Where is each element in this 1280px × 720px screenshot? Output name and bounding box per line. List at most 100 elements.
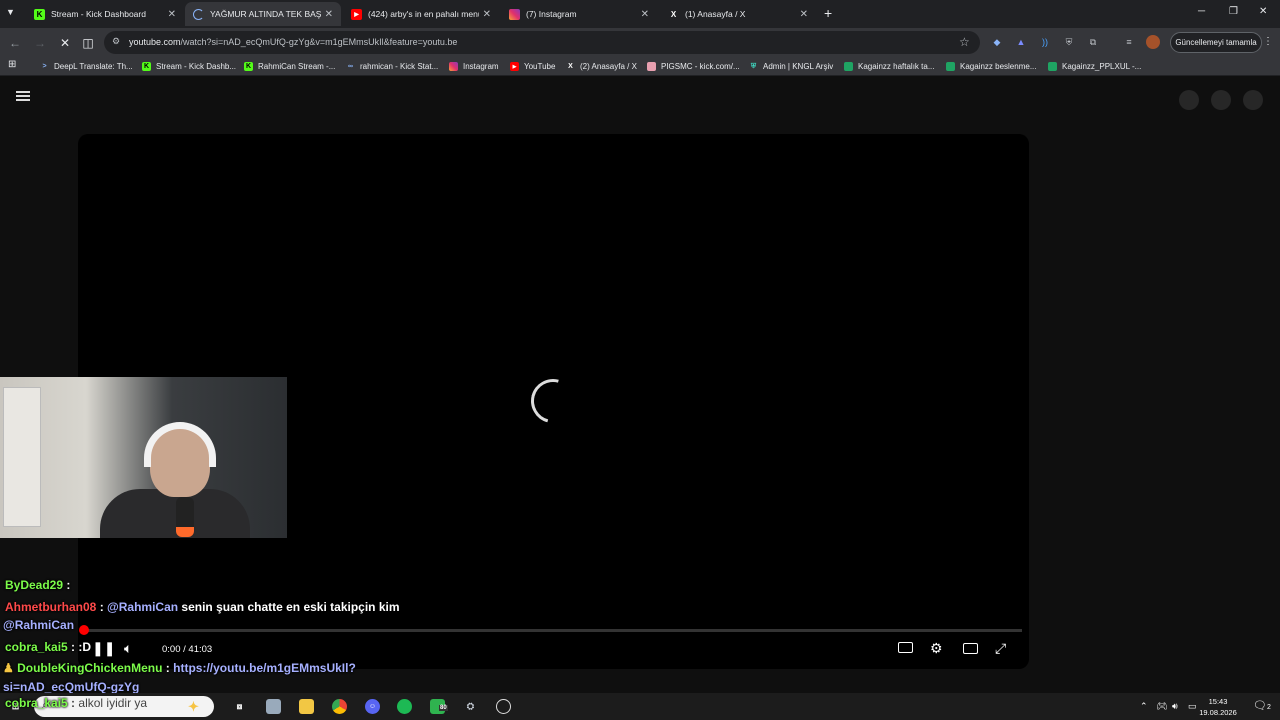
instagram-icon [449, 62, 458, 71]
minimize-button[interactable]: ─ [1198, 6, 1205, 17]
bookmark-kngl-admin[interactable]: ⛨ Admin | KNGL Arşiv [749, 60, 833, 73]
tray-volume-icon[interactable]: 🔊︎ [1172, 701, 1178, 712]
tray-chevron-icon[interactable]: ⌃ [1140, 701, 1148, 712]
browser-toolbar: ← → ✕ ◫ ⚙ youtube.com/watch?si=nAD_ecQmU… [0, 28, 1280, 57]
close-icon[interactable]: ✕ [641, 9, 649, 20]
chat-link[interactable]: https://youtu.be/m1gEMmsUkIl? [173, 661, 356, 675]
tab-title: YAĞMUR ALTINDA TEK BAŞIMA [210, 9, 321, 19]
deepl-icon: > [42, 63, 47, 70]
volume-icon[interactable]: 🔈︎ [124, 640, 132, 657]
chat-text: alkol iyidir ya [78, 696, 148, 710]
tray-gamepad-icon[interactable]: 🎮︎ [1156, 701, 1167, 712]
youtube-icon: ▶ [510, 62, 519, 71]
bookmark-kagainzz-pplxul[interactable]: Kagainzz_PPLXUL -... [1048, 60, 1141, 73]
tab-instagram[interactable]: (7) Instagram ✕ [501, 2, 657, 26]
close-icon[interactable]: ✕ [483, 9, 491, 20]
tab-youtube-video[interactable]: YAĞMUR ALTINDA TEK BAŞIMA ✕ [185, 2, 341, 26]
tab-title: Stream - Kick Dashboard [51, 9, 146, 19]
address-bar[interactable]: ⚙ youtube.com/watch?si=nAD_ecQmUfQ-gzYg&… [104, 31, 980, 54]
tab-youtube-arbys[interactable]: ▶ (424) arby's in en pahalı menüs ✕ [343, 2, 499, 26]
pause-button[interactable]: ❚❚ [92, 640, 115, 657]
bookmark-rahmican-stream[interactable]: K RahmiCan Stream -... [244, 60, 335, 73]
tray-network-icon[interactable]: ▭ [1188, 701, 1197, 712]
side-panel-button[interactable]: ◫ [78, 33, 98, 53]
tab-search-button[interactable]: ▼ [6, 7, 15, 17]
x-icon: X [568, 63, 573, 70]
steam-icon[interactable]: ⛭ [463, 699, 478, 714]
tab-title: (7) Instagram [526, 9, 577, 19]
chat-link[interactable]: si=nAD_ecQmUfQ-gzYg [3, 680, 139, 694]
url-text: youtube.com/watch?si=nAD_ecQmUfQ-gzYg&v=… [129, 37, 458, 47]
restore-button[interactable]: ❐ [1229, 6, 1238, 17]
kickstats-icon: ∞ [348, 63, 353, 70]
bookmark-kick-dashboard[interactable]: K Stream - Kick Dashb... [142, 60, 236, 73]
site-info-icon[interactable]: ⚙ [112, 36, 120, 47]
apps-grid-icon[interactable]: ⊞ [8, 59, 16, 70]
notification-icon[interactable]: 🗨︎2 [1253, 699, 1271, 712]
close-icon[interactable]: ✕ [325, 9, 333, 20]
badge-count: 80 [439, 705, 448, 711]
chat-message: ByDead29 : [5, 578, 71, 592]
windows-taskbar: ⊞ ⌕ cobra_kai5 : alkol iyidir ya ✦ ⧈ ☺ 8… [0, 693, 1280, 720]
fullscreen-icon[interactable]: ⤢ [995, 640, 1006, 657]
clock-time: 15:43 [1208, 697, 1228, 706]
bookmark-kagainzz-nutrition[interactable]: Kagainzz beslenme... [946, 60, 1037, 73]
bookmark-x[interactable]: X (2) Anasayfa / X [566, 60, 637, 73]
theater-mode-icon[interactable] [963, 643, 978, 654]
chat-message: ♟ DoubleKingChickenMenu : https://youtu.… [3, 661, 356, 675]
stop-loading-button[interactable]: ✕ [55, 33, 75, 53]
settings-gear-icon[interactable]: ⚙ [930, 640, 943, 657]
bookmark-kick-stats[interactable]: ∞ rahmican - Kick Stat... [346, 60, 438, 73]
explorer-app-icon[interactable] [266, 699, 281, 714]
bookmark-kagainzz-weekly[interactable]: Kagainzz haftalık ta... [844, 60, 935, 73]
clock-date: 19.08.2026 [1199, 708, 1237, 717]
sheets-icon [1048, 62, 1057, 71]
shield-icon: ⛨ [750, 62, 757, 70]
microphone-icon [176, 497, 194, 537]
star-icon[interactable]: ☆ [959, 35, 970, 49]
extension-shield-icon[interactable]: ⛨ [1062, 35, 1076, 49]
recorder-icon[interactable] [496, 699, 511, 714]
progress-bar[interactable] [79, 625, 1022, 635]
bookmark-pigsmc[interactable]: PIGSMC - kick.com/... [647, 60, 740, 73]
chat-mention: @RahmiCan [3, 618, 75, 632]
file-explorer-icon[interactable] [299, 699, 314, 714]
badge-icon: ♟ [3, 661, 14, 675]
kick-icon: K [244, 62, 253, 71]
discord-icon[interactable]: ☺ [365, 699, 380, 714]
hamburger-menu-icon[interactable] [16, 91, 30, 101]
tab-kick-dashboard[interactable]: K Stream - Kick Dashboard ✕ [26, 2, 184, 26]
task-view-icon[interactable]: ⧈ [232, 699, 247, 714]
back-button[interactable]: ← [5, 33, 25, 53]
close-icon[interactable]: ✕ [168, 9, 176, 20]
chat-username: DoubleKingChickenMenu [17, 661, 163, 675]
forward-button[interactable]: → [30, 33, 50, 53]
tab-x[interactable]: X (1) Anasayfa / X ✕ [660, 2, 816, 26]
chat-text: senin şuan chatte en eski takipçin kim [181, 600, 400, 614]
profile-avatar[interactable] [1146, 35, 1160, 49]
extension-proton-icon[interactable]: ▲ [1014, 35, 1028, 49]
bookmark-deepl[interactable]: > DeepL Translate: Th... [40, 60, 132, 73]
x-icon: X [670, 9, 677, 19]
taskbar-clock[interactable]: 15:43 19.08.2026 [1198, 696, 1238, 718]
close-icon[interactable]: ✕ [800, 9, 808, 20]
menu-icon[interactable]: ⋮ [1263, 36, 1273, 47]
subtitles-icon[interactable] [898, 642, 913, 653]
media-controls-icon[interactable]: ≡ [1122, 35, 1136, 49]
scrubber-handle[interactable] [79, 625, 89, 635]
bookmark-instagram[interactable]: Instagram [449, 60, 499, 73]
new-tab-button[interactable]: + [824, 5, 832, 21]
loading-icon [193, 8, 204, 20]
close-window-button[interactable]: ✕ [1259, 6, 1267, 17]
spotify-icon[interactable] [397, 699, 412, 714]
streamer-webcam [0, 377, 287, 538]
chat-message: cobra_kai5 : :D [5, 640, 92, 654]
extension-gemini-icon[interactable]: ◆ [990, 35, 1004, 49]
chrome-icon[interactable] [332, 699, 347, 714]
update-button[interactable]: Güncellemeyi tamamla [1170, 32, 1262, 53]
extensions-puzzle-icon[interactable]: ⧉ [1086, 35, 1100, 49]
extension-audio-icon[interactable]: )) [1038, 35, 1052, 49]
bookmark-youtube[interactable]: ▶ YouTube [510, 60, 555, 73]
app-with-badge-icon[interactable]: 80 [430, 699, 448, 714]
instagram-icon [509, 8, 520, 20]
